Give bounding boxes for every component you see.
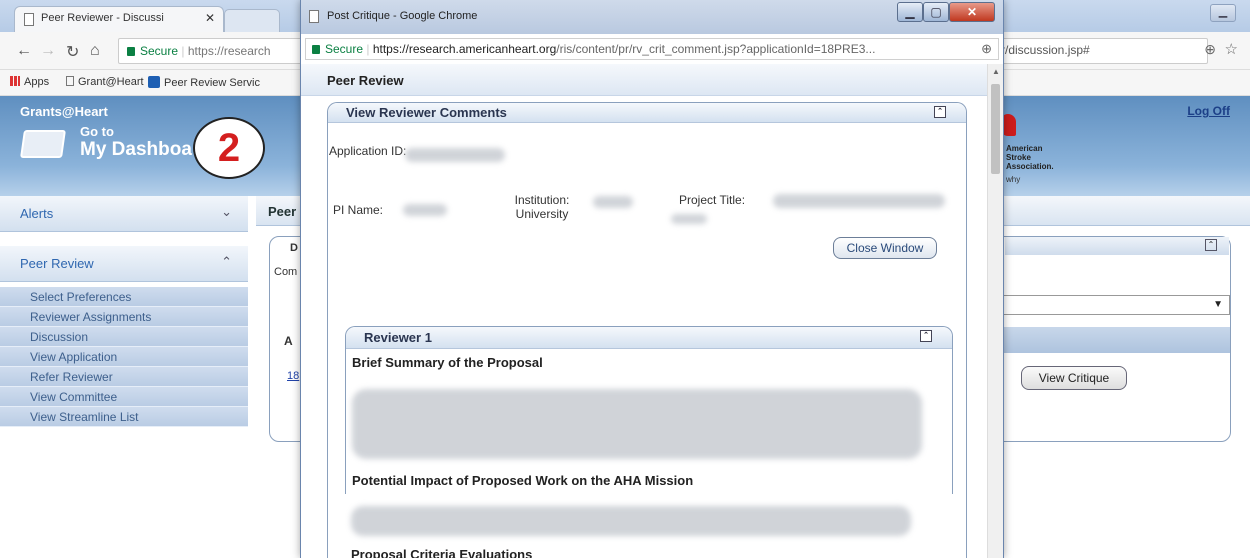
application-link[interactable]: 18 [287,370,299,382]
redacted-pi-name [403,204,447,216]
zoom-icon[interactable]: ⊕ [981,41,992,57]
lock-icon [312,45,320,54]
dashboard-icon [20,130,66,158]
bg-window-button[interactable]: ▁ [1210,4,1236,22]
reviewer-1-panel: Reviewer 1 ⌃ Brief Summary of the Propos… [345,326,953,494]
site-favicon-icon [148,76,160,88]
window-controls: ▁ ▢ ✕ [897,2,995,24]
bg-tab-title: Peer Reviewer - Discussi [41,12,164,24]
minimize-button[interactable]: ▁ [897,2,923,22]
scroll-thumb[interactable] [991,84,1000,174]
alerts-label: Alerts [20,206,54,221]
chevron-down-icon[interactable]: ⌄ [221,204,232,220]
sidebar-item-reviewer-assignments[interactable]: Reviewer Assignments [0,307,248,327]
reload-icon[interactable]: ↻ [66,42,79,62]
table-header-row [1000,327,1230,353]
panel-header: View Reviewer Comments ⌃ [328,103,966,123]
view-critique-button[interactable]: View Critique [1021,366,1127,390]
sidebar: Alerts ⌄ Peer Review ⌃ Select Preference… [0,196,248,558]
popup-window-title: Post Critique - Google Chrome [327,10,478,22]
panel-fragment: D [290,242,298,254]
reviewer-1-title: Reviewer 1 [364,330,432,345]
page-icon [24,13,34,26]
reviewer-1-header: Reviewer 1 ⌃ [346,327,952,349]
collapse-icon[interactable]: ⌃ [920,330,932,342]
page-icon [309,10,319,23]
project-title-label: Project Title: [679,193,746,207]
popup-titlebar: Post Critique - Google Chrome ▁ ▢ ✕ [301,0,1003,34]
pi-name-label: PI Name: [333,203,384,217]
home-icon[interactable]: ⌂ [90,42,100,60]
redacted-project-title [773,194,945,208]
sidebar-alerts[interactable]: Alerts ⌄ [0,196,248,232]
redacted-institution-2 [671,214,707,224]
bg-browser-tab[interactable]: Peer Reviewer - Discussi ✕ [14,6,224,32]
bg-url-text: https://research [187,44,271,58]
panel-header-right: ⌃ [1005,237,1229,255]
popup-page: Peer Review ▲ View Reviewer Comments ⌃ A… [301,64,1003,558]
bookmark-apps[interactable]: Apps [10,76,49,88]
brand-name: Grants@Heart [20,104,108,119]
main-tab-title: Peer [268,204,297,219]
url-path: /ris/content/pr/rv_crit_comment.jsp?appl… [556,42,876,56]
peer-review-label: Peer Review [20,256,94,271]
bookmark-star-icon[interactable]: ☆ [1225,40,1238,58]
collapse-icon[interactable]: ⌃ [934,106,946,118]
sidebar-item-view-streamline-list[interactable]: View Streamline List [0,407,248,427]
sidebar-item-view-committee[interactable]: View Committee [0,387,248,407]
section-potential-impact: Potential Impact of Proposed Work on the… [352,473,694,488]
lock-icon [127,47,135,56]
panel-title: View Reviewer Comments [346,105,507,120]
bg-url-tail: r/discussion.jsp# [1001,43,1090,57]
bookmark-grant-heart[interactable]: Grant@Heart [66,76,144,88]
secure-label: Secure [325,42,364,56]
section-criteria-evaluations: Proposal Criteria Evaluations [351,547,533,558]
logoff-link[interactable]: Log Off [1187,104,1230,118]
scroll-up-icon[interactable]: ▲ [992,67,1000,76]
goto-label[interactable]: Go to [80,124,114,139]
tab-close-icon[interactable]: ✕ [205,11,215,25]
redacted-application-id [405,148,505,162]
comment-fragment: Com [274,266,298,278]
aha-tagline: why [1006,175,1021,184]
table-header-fragment: A [284,334,293,348]
url-host: https://research.americanheart.org [372,42,557,56]
secure-label: Secure [140,44,179,58]
step-callout: 2 [193,117,265,179]
popup-address-bar[interactable]: Secure | https://research.americanheart.… [305,38,999,60]
committee-select[interactable]: ▼ [1000,295,1230,315]
forward-arrow-icon[interactable]: → [40,42,56,60]
bookmark-peer-review[interactable]: Peer Review Servic [148,76,260,89]
page-icon [66,76,74,86]
sidebar-item-view-application[interactable]: View Application [0,347,248,367]
application-id-label: Application ID: [329,144,407,158]
bg-new-tab[interactable] [224,9,280,32]
page-title: Peer Review [301,64,989,96]
section-brief-summary: Brief Summary of the Proposal [352,355,543,370]
redacted-impact-text [351,506,911,536]
institution-value: University [515,207,569,221]
collapse-icon[interactable]: ⌃ [1205,239,1217,251]
sidebar-peer-review[interactable]: Peer Review ⌃ [0,246,248,282]
redacted-institution [593,196,633,208]
institution-label: Institution: [514,193,570,207]
vertical-scrollbar[interactable]: ▲ [987,64,1003,558]
back-arrow-icon[interactable]: ← [16,42,32,60]
close-window-button[interactable]: ✕ [949,2,995,22]
maximize-button[interactable]: ▢ [923,2,949,22]
aha-logo-text: American Stroke Association. [1006,144,1054,171]
sidebar-item-discussion[interactable]: Discussion [0,327,248,347]
sidebar-item-select-preferences[interactable]: Select Preferences [0,287,248,307]
zoom-icon[interactable]: ⊕ [1204,41,1216,58]
dropdown-arrow-icon: ▼ [1213,299,1223,310]
sidebar-item-refer-reviewer[interactable]: Refer Reviewer [0,367,248,387]
chevron-up-icon[interactable]: ⌃ [221,254,232,270]
redacted-summary-text [352,389,922,459]
screen: Peer Reviewer - Discussi ✕ ▁ ← → ↻ ⌂ Sec… [0,0,1250,558]
apps-grid-icon [10,76,20,86]
dashboard-link[interactable]: My Dashboa [80,139,192,161]
post-critique-window: Post Critique - Google Chrome ▁ ▢ ✕ Secure… [300,0,1004,558]
close-window-button[interactable]: Close Window [833,237,937,259]
